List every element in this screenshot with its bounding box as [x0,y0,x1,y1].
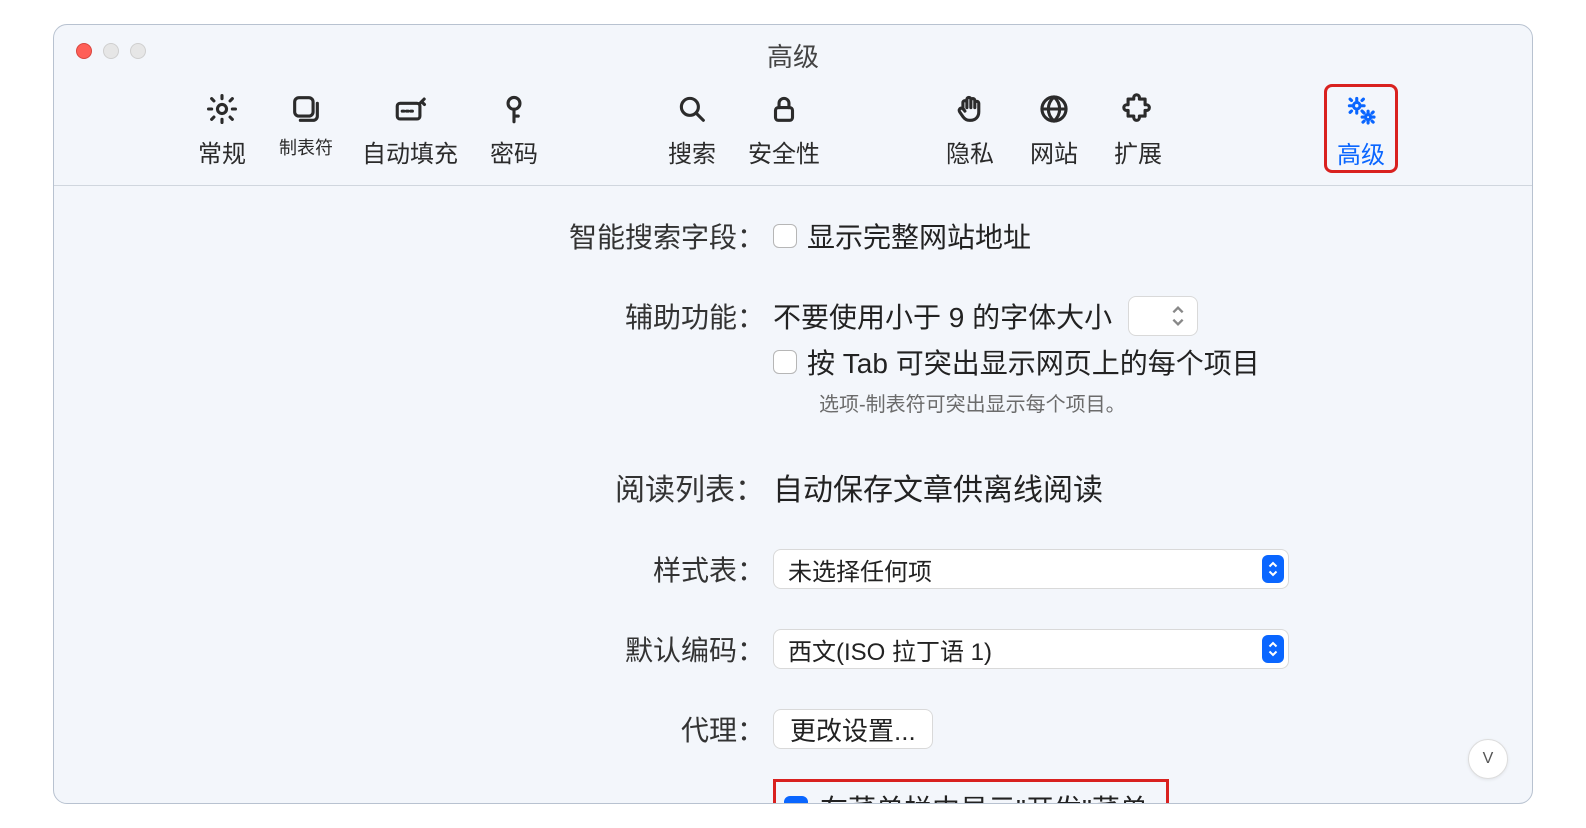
chevron-updown-icon [1262,555,1284,583]
key-icon [495,90,533,128]
button-change-proxy[interactable]: 更改设置... [773,709,933,749]
label-smart-search: 智能搜索字段： [233,216,773,256]
chevron-updown-icon [1171,300,1189,332]
window-zoom-button[interactable] [130,43,146,59]
toolbar-label: 网站 [1030,134,1078,169]
preferences-window: 高级 常规 制表符 自动填充 密码 [53,24,1533,804]
row-stylesheet: 样式表： 未选择任何项 [233,549,1353,589]
toolbar-label: 制表符 [279,134,333,160]
toolbar-tab-passwords[interactable]: 密码 [480,84,548,173]
toolbar-tab-advanced[interactable]: 高级 [1324,84,1398,173]
select-value: 西文(ISO 拉丁语 1) [788,632,992,667]
puzzle-icon [1119,90,1157,128]
toolbar-spacer [1188,84,1308,173]
row-reading-list: 阅读列表： 自动保存文章供离线阅读 [233,465,1353,509]
label-stylesheet: 样式表： [233,549,773,589]
toolbar-label: 扩展 [1114,134,1162,169]
select-stylesheet[interactable]: 未选择任何项 [773,549,1289,589]
row-develop-menu: 在菜单栏中显示"开发"菜单 [233,779,1353,804]
checkbox-show-develop-menu[interactable] [784,796,808,804]
toolbar-tab-websites[interactable]: 网站 [1020,84,1088,173]
row-accessibility-font: 辅助功能： 不要使用小于 9 的字体大小 [233,296,1353,336]
toolbar-tab-extensions[interactable]: 扩展 [1104,84,1172,173]
row-default-encoding: 默认编码： 西文(ISO 拉丁语 1) [233,629,1353,669]
toolbar-label: 搜索 [668,134,716,169]
min-font-text: 不要使用小于 9 的字体大小 [773,296,1112,336]
toolbar-tab-privacy[interactable]: 隐私 [936,84,1004,173]
tabs-icon [287,90,325,128]
window-close-button[interactable] [76,43,92,59]
label-default-encoding: 默认编码： [233,629,773,669]
toolbar-label: 隐私 [946,134,994,169]
row-smart-search: 智能搜索字段： 显示完整网站地址 [233,216,1353,256]
checkbox-label: 按 Tab 可突出显示网页上的每个项目 [807,342,1260,382]
select-value: 未选择任何项 [788,552,932,587]
toolbar-tab-general[interactable]: 常规 [188,84,256,173]
floating-badge[interactable]: V [1468,739,1508,779]
checkbox-show-full-url[interactable] [773,224,797,248]
row-accessibility-tab: 按 Tab 可突出显示网页上的每个项目 [233,342,1353,382]
checkbox-label: 在菜单栏中显示"开发"菜单 [820,788,1148,804]
window-traffic-lights [76,43,146,59]
toolbar-label: 安全性 [748,134,820,169]
gears-icon [1342,91,1380,129]
button-label: 更改设置... [790,711,916,748]
toolbar-label: 自动填充 [362,134,458,169]
toolbar-spacer [842,84,920,173]
globe-icon [1035,90,1073,128]
toolbar-tab-security[interactable]: 安全性 [742,84,826,173]
label-proxy: 代理： [233,709,773,749]
search-icon [673,90,711,128]
helper-text: 选项-制表符可突出显示每个项目。 [819,388,1126,417]
toolbar-spacer [564,84,642,173]
autofill-icon [391,90,429,128]
checkbox-label: 显示完整网站地址 [807,216,1031,256]
min-font-stepper[interactable] [1128,296,1198,336]
lock-icon [765,90,803,128]
advanced-pane: 智能搜索字段： 显示完整网站地址 辅助功能： 不要使用小于 9 的字体大小 [54,186,1532,804]
toolbar-label: 常规 [198,134,246,169]
select-default-encoding[interactable]: 西文(ISO 拉丁语 1) [773,629,1289,669]
row-proxy: 代理： 更改设置... [233,709,1353,749]
gear-icon [203,90,241,128]
checkbox-tab-highlight[interactable] [773,350,797,374]
row-accessibility-helper: 选项-制表符可突出显示每个项目。 [233,388,1353,417]
window-minimize-button[interactable] [103,43,119,59]
toolbar-tab-search[interactable]: 搜索 [658,84,726,173]
badge-letter: V [1483,750,1494,768]
preferences-toolbar: 常规 制表符 自动填充 密码 搜索 [54,74,1532,186]
chevron-updown-icon [1262,635,1284,663]
window-title: 高级 [54,25,1532,74]
toolbar-label: 高级 [1337,135,1385,170]
toolbar-tab-tabs[interactable]: 制表符 [272,84,340,173]
toolbar-tab-autofill[interactable]: 自动填充 [356,84,464,173]
label-reading-list: 阅读列表： [233,465,773,509]
label-accessibility: 辅助功能： [233,296,773,336]
reading-list-text: 自动保存文章供离线阅读 [773,465,1103,509]
toolbar-label: 密码 [490,134,538,169]
develop-menu-highlight: 在菜单栏中显示"开发"菜单 [773,779,1169,804]
hand-icon [951,90,989,128]
